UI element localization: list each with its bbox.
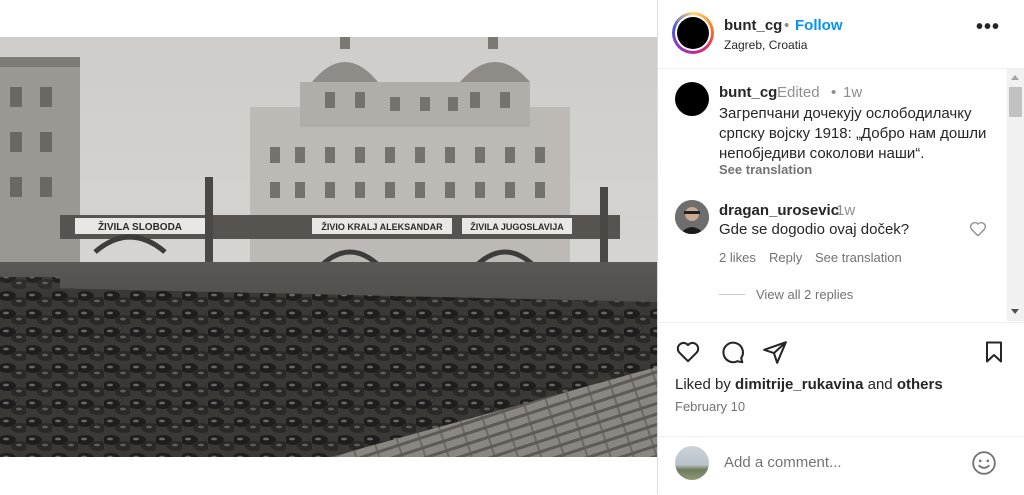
scroll-down-arrow-icon[interactable] (1011, 309, 1019, 314)
add-comment-input[interactable] (724, 454, 954, 471)
banner-center-text: ŽIVIO KRALJ ALEKSANDAR (321, 221, 443, 232)
author-username[interactable]: bunt_cg (724, 17, 782, 34)
share-send-icon[interactable] (762, 339, 788, 370)
post-location[interactable]: Zagreb, Croatia (724, 38, 807, 52)
caption-time[interactable]: 1w (843, 84, 862, 101)
comment-reply-button[interactable]: Reply (769, 250, 802, 265)
post-date[interactable]: February 10 (675, 399, 745, 414)
comment-see-translation[interactable]: See translation (815, 250, 902, 265)
commenter-username[interactable]: dragan_urosevic (719, 202, 839, 219)
comment-text: Gde se dogodio ovaj doček? (719, 221, 910, 238)
post-header: bunt_cg • Follow Zagreb, Croatia ••• (658, 0, 1024, 69)
caption-avatar[interactable] (675, 82, 709, 116)
caption-see-translation[interactable]: See translation (719, 162, 812, 177)
add-comment-bar (658, 436, 1024, 495)
liked-by-prefix: Liked by (675, 376, 731, 393)
comments-section[interactable]: bunt_cg Edited • 1w Загрепчани дочекују … (658, 69, 1024, 321)
post-sidebar: bunt_cg • Follow Zagreb, Croatia ••• bun… (658, 0, 1024, 494)
commenter-avatar[interactable] (675, 200, 709, 234)
current-user-avatar[interactable] (675, 446, 709, 480)
comment-time: 1w (836, 202, 856, 219)
comment-bubble-icon[interactable] (719, 339, 745, 370)
caption-separator: • (831, 84, 837, 101)
scrollbar-thumb[interactable] (1009, 87, 1022, 117)
caption-edited-label: Edited (777, 84, 820, 101)
post-actions: Liked by dimitrije_rukavina and others F… (658, 322, 1024, 423)
save-bookmark-icon[interactable] (982, 339, 1006, 370)
comments-scrollbar[interactable] (1007, 69, 1024, 321)
liked-by-username[interactable]: dimitrije_rukavina (735, 376, 863, 393)
author-avatar[interactable] (672, 12, 714, 54)
liked-by-and: and (867, 376, 893, 393)
post-media-pane: ŽIVILA SLOBODA ŽIVIO KRALJ ALEKSANDAR ŽI… (0, 0, 657, 494)
post-photo[interactable]: ŽIVILA SLOBODA ŽIVIO KRALJ ALEKSANDAR ŽI… (0, 37, 657, 457)
view-all-replies-button[interactable]: View all 2 replies (756, 287, 853, 302)
follow-button[interactable]: Follow (795, 17, 843, 34)
header-separator: • (784, 17, 790, 34)
emoji-icon[interactable] (971, 450, 997, 481)
view-replies-line (719, 294, 745, 295)
caption-username[interactable]: bunt_cg (719, 84, 777, 101)
caption-text: Загрепчани дочекују ослободилачку српску… (719, 105, 987, 162)
banner-right-text: ŽIVILA JUGOSLAVIJA (470, 221, 564, 232)
like-heart-icon[interactable] (675, 339, 701, 370)
comment-likes-count[interactable]: 2 likes (719, 250, 756, 265)
liked-by-line: Liked by dimitrije_rukavina and others (675, 376, 943, 393)
more-options-icon[interactable]: ••• (976, 17, 1000, 37)
scroll-up-arrow-icon[interactable] (1011, 75, 1019, 80)
liked-by-others[interactable]: others (897, 376, 943, 393)
banner-left-text: ŽIVILA SLOBODA (98, 220, 182, 233)
comment-like-heart-icon[interactable] (969, 220, 987, 238)
